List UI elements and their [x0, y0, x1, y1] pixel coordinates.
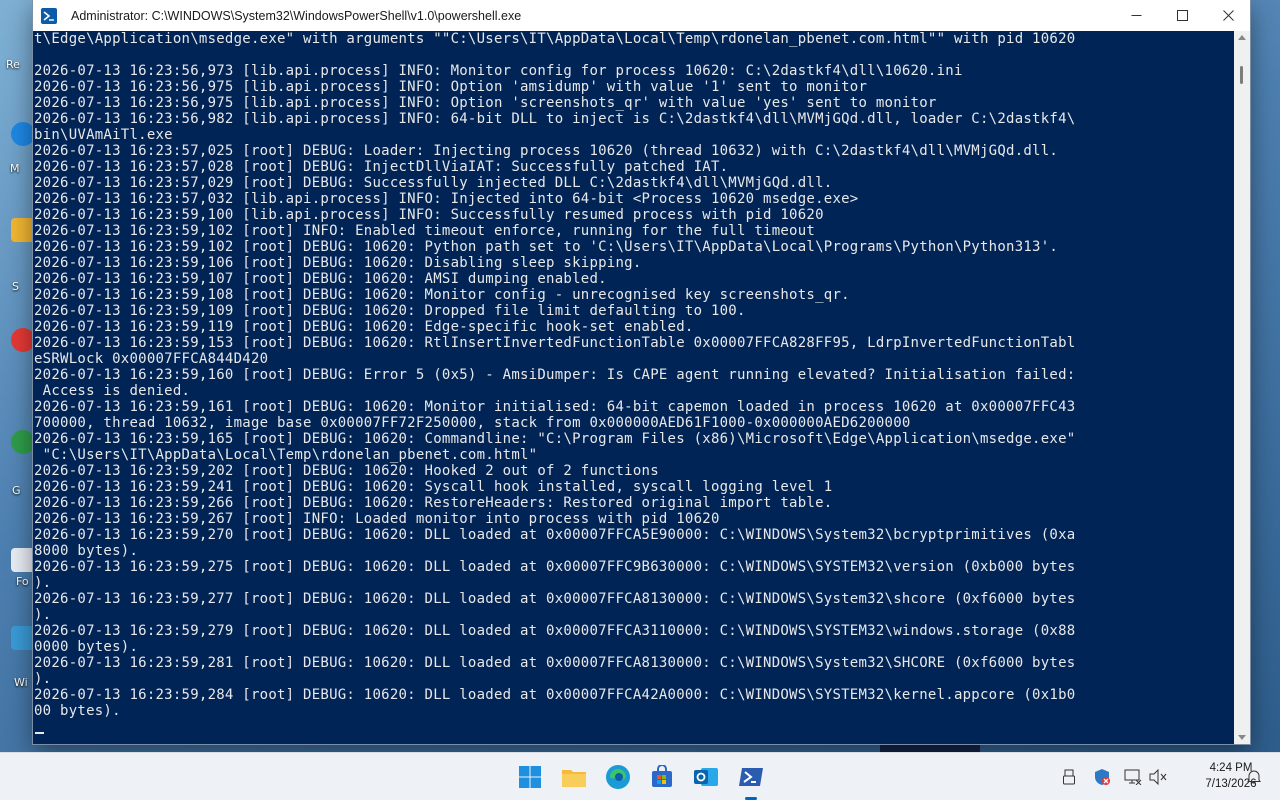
close-icon — [1222, 10, 1234, 21]
scroll-down-arrow-icon[interactable] — [1238, 735, 1246, 740]
start-icon[interactable] — [516, 763, 544, 791]
security-icon[interactable] — [1092, 767, 1112, 787]
maximize-button[interactable] — [1159, 0, 1205, 31]
desktop-icon-folder[interactable] — [11, 218, 35, 242]
scroll-up-arrow-icon[interactable] — [1238, 35, 1246, 40]
powershell-icon — [41, 7, 57, 24]
vertical-scrollbar[interactable] — [1234, 31, 1250, 744]
desktop-label-s[interactable]: S — [12, 280, 19, 293]
desktop-label-fo[interactable]: Fo — [16, 575, 29, 588]
network-icon[interactable] — [1123, 767, 1143, 787]
desktop-icon-app-green[interactable] — [11, 430, 35, 454]
minimize-button[interactable] — [1113, 0, 1159, 31]
powershell-taskbar-icon[interactable] — [737, 763, 765, 791]
desktop-label-g[interactable]: G — [12, 484, 21, 497]
desktop-icon-app-red[interactable] — [11, 328, 35, 352]
desktop-label-recycle[interactable]: Re — [6, 58, 20, 71]
volume-icon[interactable] — [1148, 767, 1168, 787]
window-title: Administrator: C:\WINDOWS\System32\Windo… — [71, 8, 522, 23]
file-explorer-icon[interactable] — [560, 763, 588, 791]
desktop-label-wi[interactable]: Wi — [14, 676, 28, 689]
taskbar: 4:24 PM 7/13/2026 — [0, 752, 1280, 800]
title-bar[interactable]: Administrator: C:\WINDOWS\System32\Windo… — [33, 0, 1250, 31]
powershell-window[interactable]: Administrator: C:\WINDOWS\System32\Windo… — [33, 0, 1250, 744]
desktop-icon-shortcut[interactable] — [11, 626, 35, 650]
notification-icon[interactable] — [1244, 767, 1264, 787]
store-icon[interactable] — [648, 763, 676, 791]
outlook-icon[interactable] — [692, 763, 720, 791]
desktop-icon-edge[interactable] — [11, 122, 35, 146]
usb-icon[interactable] — [1059, 767, 1079, 787]
desktop-label-edge[interactable]: M — [10, 162, 20, 175]
text-cursor — [35, 732, 44, 734]
scrollbar-thumb[interactable] — [1240, 66, 1243, 84]
console-text: t\Edge\Application\msedge.exe" with argu… — [34, 31, 1076, 719]
edge-icon[interactable] — [604, 763, 632, 791]
close-button[interactable] — [1205, 0, 1251, 31]
desktop-icon-doc[interactable] — [11, 548, 35, 572]
console-output-area[interactable]: t\Edge\Application\msedge.exe" with argu… — [33, 31, 1234, 744]
